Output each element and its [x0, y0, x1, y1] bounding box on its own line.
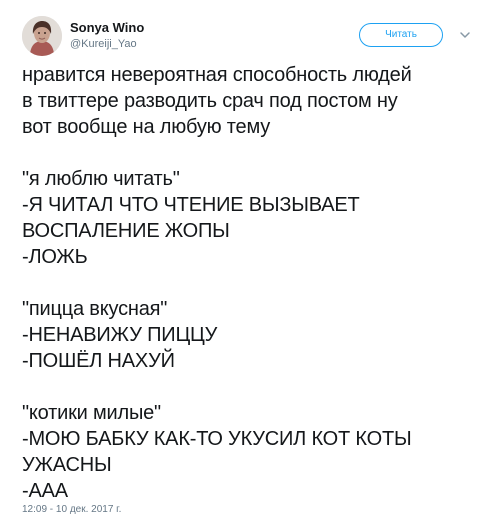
- tweet-line: нравится невероятная способность людей: [22, 64, 412, 86]
- tweet-line: "пицца вкусная": [22, 298, 168, 320]
- tweet-line: -ЛОЖЬ: [22, 246, 88, 268]
- display-name[interactable]: Sonya Wino: [70, 20, 290, 36]
- tweet-line: "я люблю читать": [22, 168, 180, 190]
- tweet-header: Sonya Wino @Kureiji_Yao Читать: [22, 16, 480, 60]
- follow-button[interactable]: Читать: [359, 23, 443, 47]
- tweet-text: нравится невероятная способность людей в…: [22, 62, 482, 504]
- username[interactable]: @Kureiji_Yao: [70, 37, 290, 51]
- tweet-line: -Я ЧИТАЛ ЧТО ЧТЕНИЕ ВЫЗЫВАЕТ: [22, 194, 360, 216]
- avatar-photo-icon: [22, 16, 62, 56]
- user-info: Sonya Wino @Kureiji_Yao: [70, 20, 290, 51]
- avatar[interactable]: [22, 16, 62, 56]
- timestamp[interactable]: 12:09 - 10 дек. 2017 г.: [22, 504, 121, 516]
- tweet-line: ВОСПАЛЕНИЕ ЖОПЫ: [22, 220, 230, 242]
- chevron-down-icon[interactable]: [459, 29, 471, 41]
- tweet-line: вот вообще на любую тему: [22, 116, 271, 138]
- tweet-line: -МОЮ БАБКУ КАК-ТО УКУСИЛ КОТ КОТЫ: [22, 428, 412, 450]
- tweet-line: УЖАСНЫ: [22, 454, 112, 476]
- tweet-card: Sonya Wino @Kureiji_Yao Читать нравится …: [0, 0, 496, 524]
- tweet-line: -НЕНАВИЖУ ПИЦЦУ: [22, 324, 218, 346]
- tweet-line: -ПОШЁЛ НАХУЙ: [22, 350, 175, 372]
- tweet-line: в твиттере разводить срач под постом ну: [22, 90, 398, 112]
- tweet-line: "котики милые": [22, 402, 161, 424]
- tweet-line: -ААА: [22, 480, 68, 502]
